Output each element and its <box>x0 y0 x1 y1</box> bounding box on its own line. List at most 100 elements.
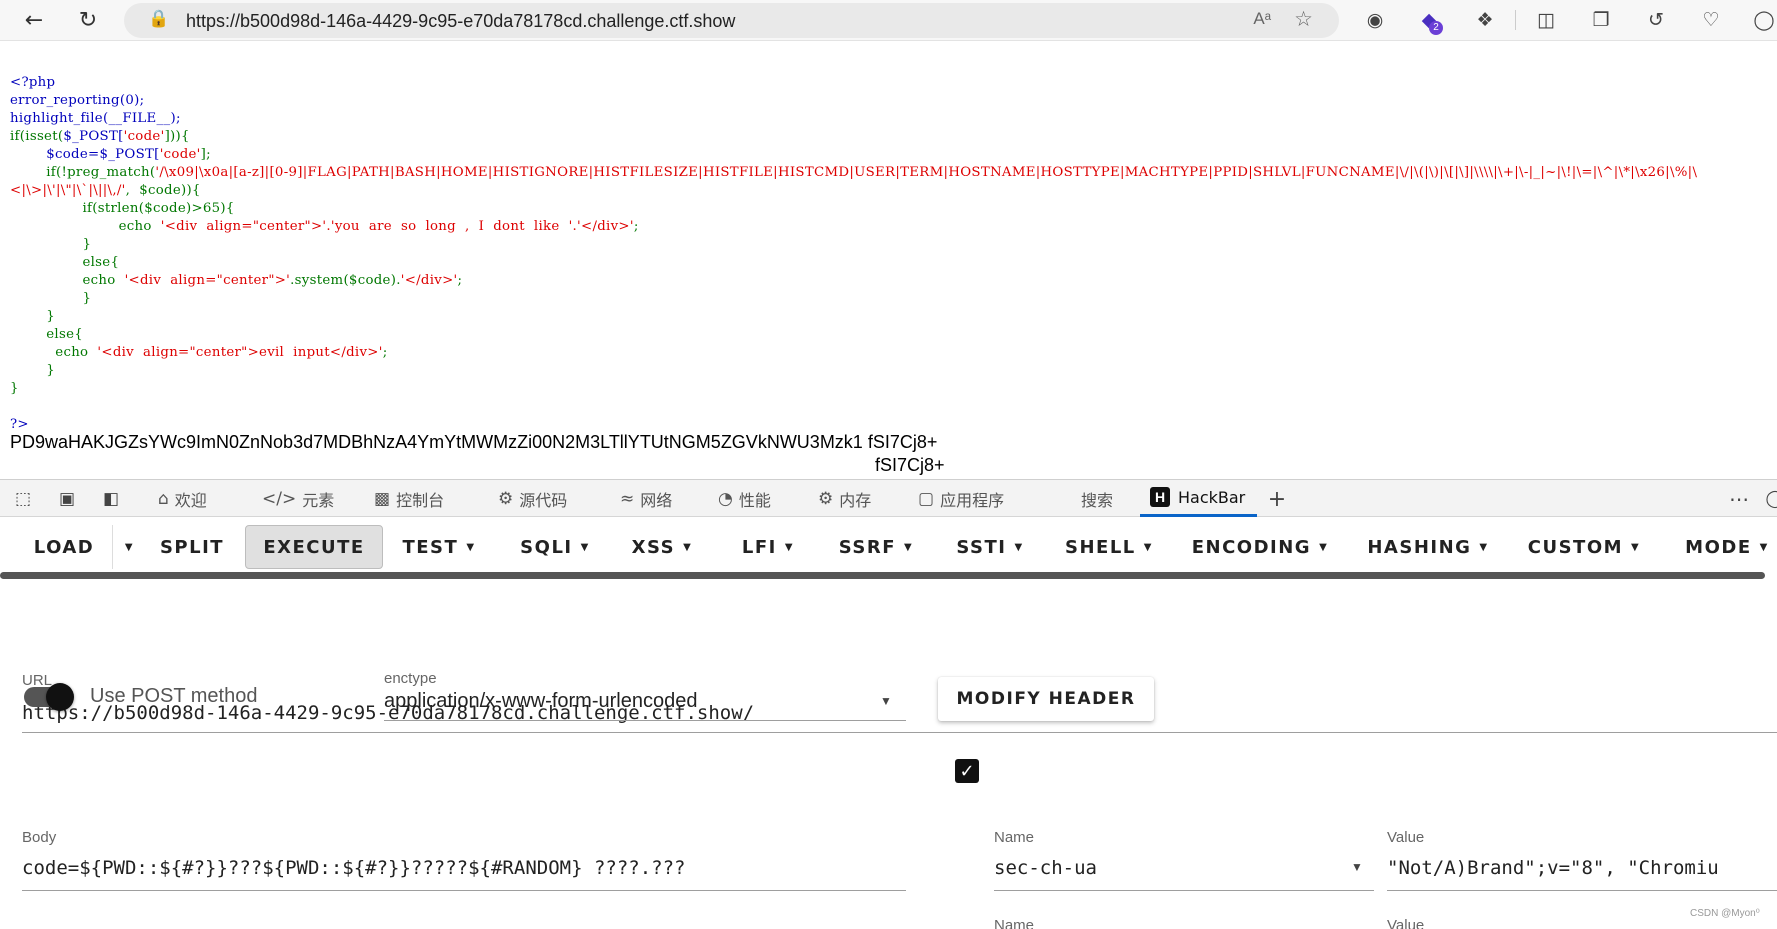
menu-label: SSTI <box>956 536 1007 558</box>
history-icon[interactable]: ↺ <box>1640 5 1672 35</box>
home-icon: ⌂ <box>158 488 169 509</box>
caret-down-icon: ▼ <box>683 541 693 553</box>
lfi-menu[interactable]: LFI ▼ <box>726 525 810 569</box>
help-icon[interactable]: ◯ <box>1762 487 1777 511</box>
code-string: '<div align="center">' <box>124 273 291 288</box>
caret-down-icon: ▼ <box>466 541 476 553</box>
enctype-label: enctype <box>384 670 437 687</box>
xss-menu[interactable]: XSS ▼ <box>620 525 704 569</box>
regex-string: '/\x09|\x0a|[a-z]|[0-9]|FLAG|PATH|BASH|H… <box>155 165 1698 180</box>
mode-menu[interactable]: MODE ▼ <box>1680 525 1774 569</box>
header-name-label: Name <box>994 829 1035 846</box>
tab-sources[interactable]: ⚙ 源代码 <box>498 480 567 517</box>
tab-performance[interactable]: ◔ 性能 <box>718 480 771 517</box>
execute-button[interactable]: EXECUTE <box>245 525 383 569</box>
enctype-select[interactable]: application/x-www-form-urlencoded <box>384 690 697 713</box>
code-string: '<div align="center">evil input</div>' <box>97 345 383 360</box>
gear-icon: ⚙ <box>818 488 834 509</box>
hashing-menu[interactable]: HASHING ▼ <box>1366 525 1490 569</box>
horizontal-scrollbar[interactable] <box>0 572 1765 579</box>
hackbar-logo-icon: H <box>1150 487 1170 507</box>
tab-application[interactable]: ▢ 应用程序 <box>918 480 1004 517</box>
tab-network[interactable]: ≈ 网络 <box>620 480 672 517</box>
header2-value-label: Value <box>1387 917 1425 929</box>
address-url[interactable]: https://b500d98d-146a-4429-9c95-e70da781… <box>186 11 735 32</box>
encoding-menu[interactable]: ENCODING ▼ <box>1190 525 1330 569</box>
shell-menu[interactable]: SHELL ▼ <box>1060 525 1158 569</box>
tab-label: 控制台 <box>396 490 445 510</box>
performance-icon[interactable]: ♡ <box>1695 5 1727 35</box>
menu-label: HASHING <box>1367 536 1472 558</box>
ssrf-menu[interactable]: SSRF ▼ <box>830 525 922 569</box>
device-emulation-icon[interactable]: ▣ <box>54 487 80 511</box>
extension-circle-icon[interactable]: ◉ <box>1359 5 1391 35</box>
collections-icon[interactable]: ❐ <box>1585 5 1617 35</box>
split-button[interactable]: SPLIT <box>148 525 236 569</box>
tab-label: 源代码 <box>519 490 568 510</box>
caret-down-icon: ▼ <box>580 541 590 553</box>
tab-welcome[interactable]: ⌂ 欢迎 <box>158 480 207 517</box>
code-var: , $code)){ <box>125 183 201 198</box>
caret-down-icon: ▼ <box>1014 541 1024 553</box>
regex-string: <|\>|\'|\"|\`|\||\,/' <box>10 183 126 198</box>
puzzle-icon[interactable]: ❖ <box>1469 5 1501 35</box>
caret-down-icon: ▼ <box>1479 541 1489 553</box>
tab-label: 欢迎 <box>174 490 207 510</box>
watermark: CSDN @Myon⁰ <box>1690 908 1760 919</box>
body-input[interactable]: code=${PWD::${#?}}???${PWD::${#?}}?????$… <box>22 857 685 879</box>
caret-down-icon[interactable]: ▼ <box>1351 860 1363 874</box>
refresh-icon[interactable]: ↻ <box>70 4 106 36</box>
custom-menu[interactable]: CUSTOM ▼ <box>1526 525 1642 569</box>
caret-down-icon: ▼ <box>1143 541 1153 553</box>
load-dropdown-caret-icon[interactable]: ▼ <box>112 525 138 569</box>
inspect-element-icon[interactable]: ⬚ <box>10 487 36 511</box>
lock-icon: 🔒 <box>148 9 170 29</box>
code-tag-icon: </> <box>262 488 297 509</box>
code-call: .system($code). <box>290 273 401 288</box>
dock-side-icon[interactable]: ◧ <box>98 487 124 511</box>
tab-hackbar[interactable]: H HackBar <box>1140 480 1258 517</box>
header-enabled-checkbox[interactable]: ✓ <box>955 759 979 783</box>
address-bar[interactable]: 🔒 https://b500d98d-146a-4429-9c95-e70da7… <box>124 3 1339 38</box>
read-aloud-icon[interactable]: Aᵃ <box>1253 9 1271 29</box>
header-value-input[interactable]: "Not/A)Brand";v="8", "Chromiu <box>1387 857 1719 879</box>
extension-badge: 2 <box>1429 21 1443 35</box>
body-label: Body <box>22 829 57 846</box>
favorite-star-icon[interactable]: ☆ <box>1294 7 1313 31</box>
devtools-tab-strip: ⬚ ▣ ◧ ⌂ 欢迎 </> 元素 ▩ 控制台 ⚙ 源代码 ≈ 网络 ◔ 性能 ⚙ 内存 ▢ 应… <box>0 479 1777 517</box>
post-method-toggle[interactable] <box>24 683 74 711</box>
tab-label: 内存 <box>839 490 872 510</box>
more-options-icon[interactable]: ⋯ <box>1726 487 1752 511</box>
profile-icon[interactable]: ◯ <box>1748 5 1777 35</box>
ssti-menu[interactable]: SSTI ▼ <box>944 525 1036 569</box>
split-screen-icon[interactable]: ◫ <box>1530 5 1562 35</box>
code-keyword: echo <box>118 219 161 234</box>
code-string: '</div>' <box>400 273 458 288</box>
tab-console[interactable]: ▩ 控制台 <box>374 480 444 517</box>
code-keyword: if(isset( <box>10 129 64 144</box>
code-brace: } <box>10 381 19 396</box>
load-button[interactable]: LOAD <box>20 525 108 569</box>
tab-memory[interactable]: ⚙ 内存 <box>818 480 871 517</box>
caret-down-icon[interactable]: ▼ <box>880 694 892 708</box>
code-var: $code=$_POST[ <box>46 147 160 162</box>
modify-header-button[interactable]: MODIFY HEADER <box>938 677 1154 721</box>
sqli-menu[interactable]: SQLI ▼ <box>510 525 600 569</box>
tab-search[interactable]: 搜索 <box>1081 480 1113 517</box>
header-name-input[interactable]: sec-ch-ua <box>994 857 1097 879</box>
back-arrow-icon[interactable]: ← <box>16 4 52 36</box>
tab-label: 性能 <box>738 490 771 510</box>
toggle-knob <box>46 683 74 711</box>
menu-label: MODE <box>1685 536 1752 558</box>
code-keyword: else{ <box>82 255 120 270</box>
code-string: '<div align="center">'.'you are so long … <box>160 219 634 234</box>
php-open-tag: <?php <box>10 75 56 90</box>
header-name-underline <box>994 890 1374 891</box>
code-keyword: ]; <box>200 147 211 162</box>
menu-label: SQLI <box>520 536 573 558</box>
tab-elements[interactable]: </> 元素 <box>262 480 334 517</box>
tab-label: 网络 <box>640 490 673 510</box>
test-menu[interactable]: TEST ▼ <box>396 525 482 569</box>
add-tab-icon[interactable]: + <box>1264 487 1290 512</box>
browser-toolbar: ← ↻ 🔒 https://b500d98d-146a-4429-9c95-e7… <box>0 0 1777 41</box>
